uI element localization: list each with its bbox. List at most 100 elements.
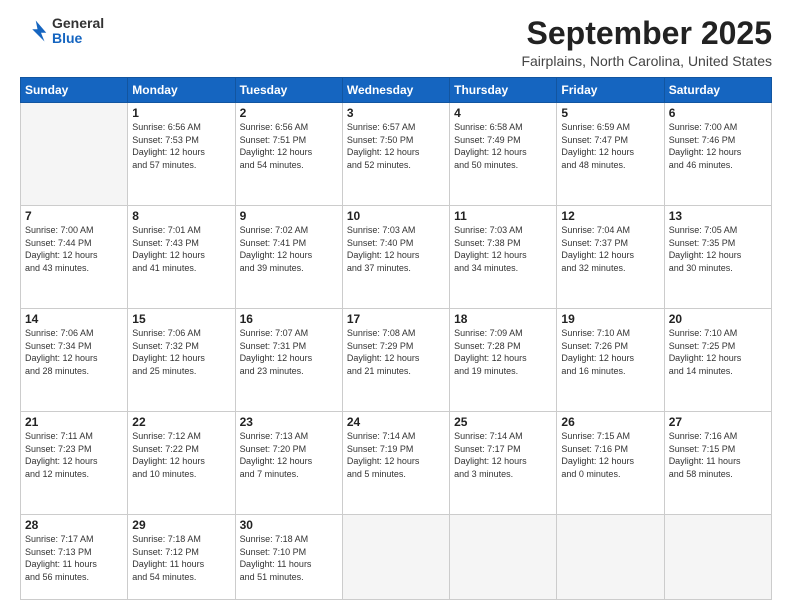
header: General Blue September 2025 Fairplains, … xyxy=(20,16,772,69)
day-info: Sunrise: 7:15 AM Sunset: 7:16 PM Dayligh… xyxy=(561,430,659,480)
day-number: 21 xyxy=(25,415,123,429)
page: General Blue September 2025 Fairplains, … xyxy=(0,0,792,612)
week-row-5: 28Sunrise: 7:17 AM Sunset: 7:13 PM Dayli… xyxy=(21,515,772,600)
day-info: Sunrise: 7:12 AM Sunset: 7:22 PM Dayligh… xyxy=(132,430,230,480)
day-info: Sunrise: 7:06 AM Sunset: 7:32 PM Dayligh… xyxy=(132,327,230,377)
table-row: 28Sunrise: 7:17 AM Sunset: 7:13 PM Dayli… xyxy=(21,515,128,600)
table-row xyxy=(450,515,557,600)
calendar-title: September 2025 xyxy=(521,16,772,51)
table-row: 19Sunrise: 7:10 AM Sunset: 7:26 PM Dayli… xyxy=(557,309,664,412)
col-monday: Monday xyxy=(128,78,235,103)
day-info: Sunrise: 7:14 AM Sunset: 7:17 PM Dayligh… xyxy=(454,430,552,480)
day-info: Sunrise: 7:18 AM Sunset: 7:12 PM Dayligh… xyxy=(132,533,230,583)
day-info: Sunrise: 7:18 AM Sunset: 7:10 PM Dayligh… xyxy=(240,533,338,583)
day-info: Sunrise: 6:56 AM Sunset: 7:51 PM Dayligh… xyxy=(240,121,338,171)
week-row-1: 1Sunrise: 6:56 AM Sunset: 7:53 PM Daylig… xyxy=(21,103,772,206)
day-number: 23 xyxy=(240,415,338,429)
day-info: Sunrise: 7:16 AM Sunset: 7:15 PM Dayligh… xyxy=(669,430,767,480)
logo-icon xyxy=(20,17,48,45)
table-row: 18Sunrise: 7:09 AM Sunset: 7:28 PM Dayli… xyxy=(450,309,557,412)
table-row: 22Sunrise: 7:12 AM Sunset: 7:22 PM Dayli… xyxy=(128,412,235,515)
table-row xyxy=(342,515,449,600)
table-row: 5Sunrise: 6:59 AM Sunset: 7:47 PM Daylig… xyxy=(557,103,664,206)
day-number: 28 xyxy=(25,518,123,532)
day-number: 6 xyxy=(669,106,767,120)
day-info: Sunrise: 7:13 AM Sunset: 7:20 PM Dayligh… xyxy=(240,430,338,480)
day-number: 29 xyxy=(132,518,230,532)
day-number: 17 xyxy=(347,312,445,326)
day-info: Sunrise: 7:07 AM Sunset: 7:31 PM Dayligh… xyxy=(240,327,338,377)
day-number: 25 xyxy=(454,415,552,429)
table-row: 16Sunrise: 7:07 AM Sunset: 7:31 PM Dayli… xyxy=(235,309,342,412)
table-row: 29Sunrise: 7:18 AM Sunset: 7:12 PM Dayli… xyxy=(128,515,235,600)
table-row: 11Sunrise: 7:03 AM Sunset: 7:38 PM Dayli… xyxy=(450,206,557,309)
logo-blue: Blue xyxy=(52,31,104,46)
day-number: 10 xyxy=(347,209,445,223)
day-info: Sunrise: 7:08 AM Sunset: 7:29 PM Dayligh… xyxy=(347,327,445,377)
col-friday: Friday xyxy=(557,78,664,103)
table-row: 15Sunrise: 7:06 AM Sunset: 7:32 PM Dayli… xyxy=(128,309,235,412)
logo-text: General Blue xyxy=(52,16,104,47)
table-row xyxy=(664,515,771,600)
day-number: 24 xyxy=(347,415,445,429)
day-number: 18 xyxy=(454,312,552,326)
day-number: 20 xyxy=(669,312,767,326)
day-info: Sunrise: 7:10 AM Sunset: 7:25 PM Dayligh… xyxy=(669,327,767,377)
day-number: 26 xyxy=(561,415,659,429)
logo: General Blue xyxy=(20,16,104,47)
week-row-3: 14Sunrise: 7:06 AM Sunset: 7:34 PM Dayli… xyxy=(21,309,772,412)
day-number: 11 xyxy=(454,209,552,223)
day-number: 15 xyxy=(132,312,230,326)
table-row: 13Sunrise: 7:05 AM Sunset: 7:35 PM Dayli… xyxy=(664,206,771,309)
day-info: Sunrise: 7:09 AM Sunset: 7:28 PM Dayligh… xyxy=(454,327,552,377)
day-info: Sunrise: 6:59 AM Sunset: 7:47 PM Dayligh… xyxy=(561,121,659,171)
day-number: 30 xyxy=(240,518,338,532)
table-row: 24Sunrise: 7:14 AM Sunset: 7:19 PM Dayli… xyxy=(342,412,449,515)
table-row: 30Sunrise: 7:18 AM Sunset: 7:10 PM Dayli… xyxy=(235,515,342,600)
day-number: 8 xyxy=(132,209,230,223)
day-info: Sunrise: 7:06 AM Sunset: 7:34 PM Dayligh… xyxy=(25,327,123,377)
day-info: Sunrise: 7:02 AM Sunset: 7:41 PM Dayligh… xyxy=(240,224,338,274)
day-info: Sunrise: 7:17 AM Sunset: 7:13 PM Dayligh… xyxy=(25,533,123,583)
day-number: 7 xyxy=(25,209,123,223)
logo-general: General xyxy=(52,16,104,31)
table-row: 14Sunrise: 7:06 AM Sunset: 7:34 PM Dayli… xyxy=(21,309,128,412)
table-row: 1Sunrise: 6:56 AM Sunset: 7:53 PM Daylig… xyxy=(128,103,235,206)
day-info: Sunrise: 7:11 AM Sunset: 7:23 PM Dayligh… xyxy=(25,430,123,480)
day-number: 27 xyxy=(669,415,767,429)
table-row: 7Sunrise: 7:00 AM Sunset: 7:44 PM Daylig… xyxy=(21,206,128,309)
title-block: September 2025 Fairplains, North Carolin… xyxy=(521,16,772,69)
day-info: Sunrise: 6:57 AM Sunset: 7:50 PM Dayligh… xyxy=(347,121,445,171)
day-info: Sunrise: 7:05 AM Sunset: 7:35 PM Dayligh… xyxy=(669,224,767,274)
col-saturday: Saturday xyxy=(664,78,771,103)
table-row: 9Sunrise: 7:02 AM Sunset: 7:41 PM Daylig… xyxy=(235,206,342,309)
day-number: 9 xyxy=(240,209,338,223)
table-row: 21Sunrise: 7:11 AM Sunset: 7:23 PM Dayli… xyxy=(21,412,128,515)
day-info: Sunrise: 7:00 AM Sunset: 7:46 PM Dayligh… xyxy=(669,121,767,171)
day-number: 1 xyxy=(132,106,230,120)
col-thursday: Thursday xyxy=(450,78,557,103)
table-row: 20Sunrise: 7:10 AM Sunset: 7:25 PM Dayli… xyxy=(664,309,771,412)
table-row: 26Sunrise: 7:15 AM Sunset: 7:16 PM Dayli… xyxy=(557,412,664,515)
day-info: Sunrise: 7:03 AM Sunset: 7:40 PM Dayligh… xyxy=(347,224,445,274)
col-wednesday: Wednesday xyxy=(342,78,449,103)
day-number: 19 xyxy=(561,312,659,326)
table-row: 17Sunrise: 7:08 AM Sunset: 7:29 PM Dayli… xyxy=(342,309,449,412)
day-info: Sunrise: 7:03 AM Sunset: 7:38 PM Dayligh… xyxy=(454,224,552,274)
day-number: 12 xyxy=(561,209,659,223)
table-row xyxy=(21,103,128,206)
day-info: Sunrise: 7:14 AM Sunset: 7:19 PM Dayligh… xyxy=(347,430,445,480)
day-number: 16 xyxy=(240,312,338,326)
day-number: 22 xyxy=(132,415,230,429)
table-row: 12Sunrise: 7:04 AM Sunset: 7:37 PM Dayli… xyxy=(557,206,664,309)
table-row: 2Sunrise: 6:56 AM Sunset: 7:51 PM Daylig… xyxy=(235,103,342,206)
day-number: 4 xyxy=(454,106,552,120)
day-number: 14 xyxy=(25,312,123,326)
header-row: Sunday Monday Tuesday Wednesday Thursday… xyxy=(21,78,772,103)
table-row: 27Sunrise: 7:16 AM Sunset: 7:15 PM Dayli… xyxy=(664,412,771,515)
day-number: 2 xyxy=(240,106,338,120)
day-info: Sunrise: 7:04 AM Sunset: 7:37 PM Dayligh… xyxy=(561,224,659,274)
day-number: 13 xyxy=(669,209,767,223)
col-sunday: Sunday xyxy=(21,78,128,103)
day-number: 5 xyxy=(561,106,659,120)
